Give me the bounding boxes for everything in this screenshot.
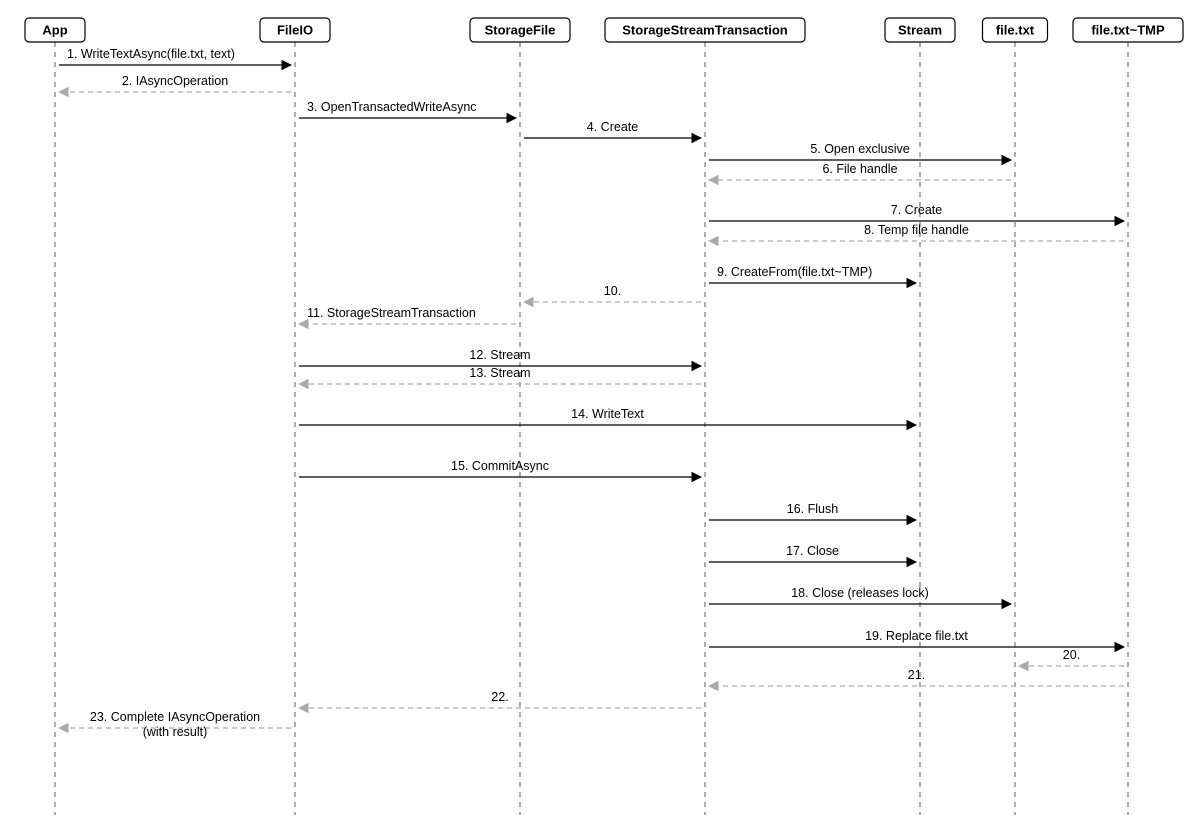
- message-label: 12. Stream: [469, 348, 530, 362]
- participant-label: file.txt~TMP: [1091, 22, 1165, 37]
- message-label: 23. Complete IAsyncOperation(with result…: [90, 710, 260, 739]
- message-label: 10.: [604, 284, 621, 298]
- participant-label: file.txt: [996, 22, 1035, 37]
- message-label: 20.: [1063, 648, 1080, 662]
- message-label: 19. Replace file.txt: [865, 629, 968, 643]
- message-label: 21.: [908, 668, 925, 682]
- message-label: 15. CommitAsync: [451, 459, 549, 473]
- participant-label: Stream: [898, 22, 942, 37]
- message-label: 14. WriteText: [571, 407, 644, 421]
- sequence-diagram: App FileIO StorageFile StorageStreamTransac…: [0, 0, 1200, 828]
- participant-label: StorageStreamTransaction: [622, 22, 788, 37]
- participant-label: FileIO: [277, 22, 313, 37]
- message-label: 6. File handle: [822, 162, 897, 176]
- message-label: 16. Flush: [787, 502, 838, 516]
- message-label: 13. Stream: [469, 366, 530, 380]
- message-label: 22.: [491, 690, 508, 704]
- message-label: 11. StorageStreamTransaction: [307, 306, 476, 320]
- participant-label: StorageFile: [485, 22, 556, 37]
- message-label: 5. Open exclusive: [810, 142, 909, 156]
- message-label: 9. CreateFrom(file.txt~TMP): [717, 265, 872, 279]
- participant-label: App: [42, 22, 67, 37]
- message-label: 17. Close: [786, 544, 839, 558]
- message-label: 2. IAsyncOperation: [122, 74, 228, 88]
- message-label: 1. WriteTextAsync(file.txt, text): [67, 47, 235, 61]
- message-label: 7. Create: [891, 203, 942, 217]
- message-label: 3. OpenTransactedWriteAsync: [307, 100, 477, 114]
- message-label: 8. Temp file handle: [864, 223, 969, 237]
- message-label: 4. Create: [587, 120, 638, 134]
- message-label: 18. Close (releases lock): [791, 586, 929, 600]
